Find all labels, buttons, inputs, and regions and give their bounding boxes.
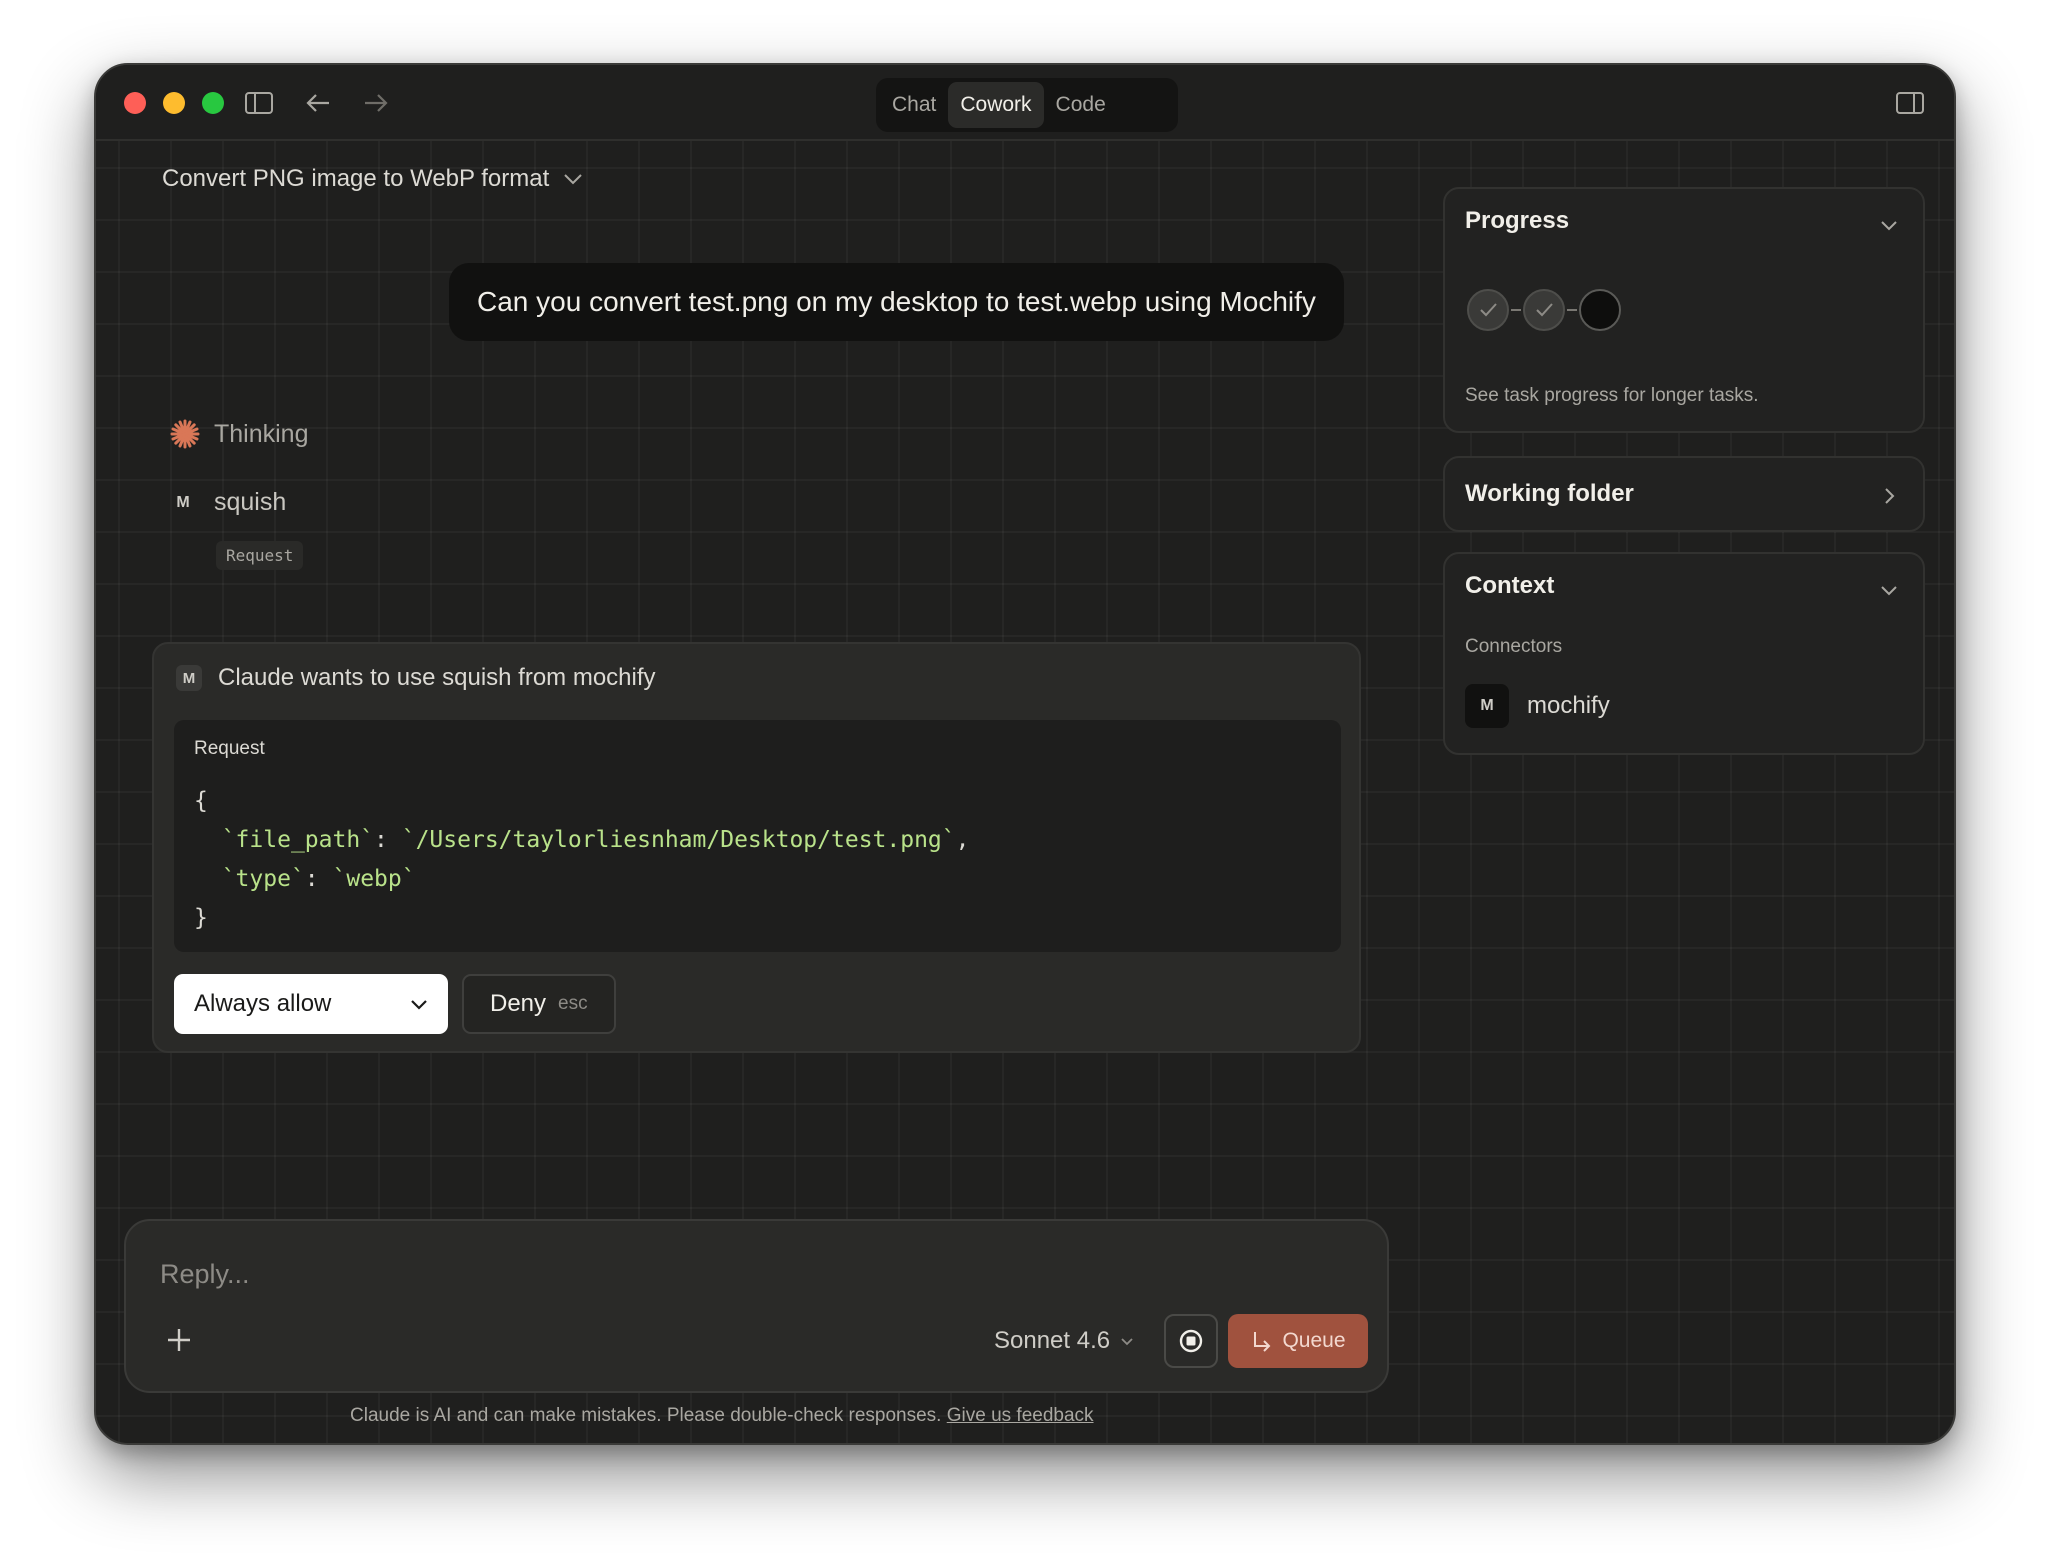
step-connector (1511, 309, 1521, 311)
reply-input[interactable]: Reply... (160, 1259, 250, 1290)
progress-step-done (1523, 289, 1565, 331)
disclaimer-text: Claude is AI and can make mistakes. Plea… (350, 1405, 942, 1426)
reply-composer: Reply... Sonnet 4.6 Queue (124, 1219, 1389, 1393)
connector-name: mochify (1527, 692, 1610, 719)
code-close-brace: } (194, 905, 208, 931)
check-icon (1536, 303, 1553, 317)
permission-heading: M Claude wants to use squish from mochif… (176, 664, 656, 692)
conversation-title-text: Convert PNG image to WebP format (162, 165, 550, 192)
claude-star-icon (170, 419, 200, 449)
always-allow-label: Always allow (194, 990, 332, 1017)
request-code: { `file_path`: `/Users/taylorliesnham/De… (194, 788, 970, 931)
app-window: Chat Cowork Code Convert PNG image to We… (94, 63, 1956, 1445)
sidebar-toggle-icon[interactable] (243, 87, 275, 119)
permission-heading-text: Claude wants to use squish from mochify (218, 664, 656, 691)
conversation-title[interactable]: Convert PNG image to WebP format (162, 165, 583, 193)
deny-label: Deny (490, 990, 547, 1017)
user-message-bubble: Can you convert test.png on my desktop t… (449, 263, 1344, 341)
context-panel: Context Connectors M mochify (1443, 552, 1925, 755)
back-arrow-icon[interactable] (302, 87, 334, 119)
queue-button[interactable]: Queue (1228, 1314, 1368, 1368)
stop-icon (1179, 1329, 1203, 1353)
mochify-badge-icon: M (1465, 684, 1509, 728)
mochify-badge-icon: M (176, 493, 190, 511)
mochify-badge-icon: M (176, 665, 202, 691)
return-arrow-icon (1254, 1332, 1271, 1352)
user-message-text: Can you convert test.png on my desktop t… (477, 286, 1316, 317)
progress-panel: Progress See task progress for longer ta… (1443, 187, 1925, 433)
always-allow-dropdown-button[interactable]: Always allow (174, 974, 448, 1034)
deny-button[interactable]: Deny esc (462, 974, 616, 1034)
chevron-down-icon[interactable] (1877, 213, 1901, 237)
progress-step-done (1467, 289, 1509, 331)
request-label: Request (194, 738, 265, 759)
chevron-right-icon (1885, 488, 1895, 504)
working-folder-panel[interactable]: Working folder (1443, 456, 1925, 532)
tool-use-row[interactable]: M squish (170, 488, 286, 517)
thinking-label: Thinking (214, 419, 309, 448)
close-window-button[interactable] (124, 92, 146, 114)
request-code-box: Request { `file_path`: `/Users/taylorlie… (174, 720, 1341, 952)
mode-switcher: Chat Cowork Code (876, 78, 1178, 132)
code-key-file-path: `file_path` (221, 827, 375, 853)
title-bar: Chat Cowork Code (96, 65, 1954, 141)
code-value-type: `webp` (332, 866, 416, 892)
tab-chat[interactable]: Chat (880, 82, 948, 128)
code-value-file-path: `/Users/taylorliesnham/Desktop/test.png` (401, 827, 956, 853)
forward-arrow-icon[interactable] (360, 87, 392, 119)
request-tag[interactable]: Request (216, 541, 304, 570)
queue-label: Queue (1282, 1329, 1346, 1352)
progress-title: Progress (1465, 207, 1570, 234)
tool-name: squish (214, 488, 287, 516)
chevron-down-icon[interactable] (1877, 578, 1901, 602)
chevron-down-icon (1121, 1337, 1133, 1345)
feedback-link[interactable]: Give us feedback (947, 1405, 1094, 1426)
tab-code[interactable]: Code (1044, 82, 1118, 128)
model-selector[interactable]: Sonnet 4.6 (994, 1327, 1134, 1355)
right-panel-toggle-icon[interactable] (1894, 87, 1926, 119)
thinking-indicator[interactable]: Thinking (170, 419, 309, 449)
model-name: Sonnet 4.6 (994, 1327, 1111, 1354)
working-folder-title: Working folder (1465, 480, 1634, 507)
progress-step-current (1579, 289, 1621, 331)
disclaimer: Claude is AI and can make mistakes. Plea… (350, 1405, 1094, 1427)
context-title: Context (1465, 572, 1555, 599)
check-icon (1480, 303, 1497, 317)
progress-description: See task progress for longer tasks. (1465, 385, 1759, 406)
code-open-brace: { (194, 788, 208, 814)
minimize-window-button[interactable] (163, 92, 185, 114)
deny-shortcut: esc (558, 993, 588, 1014)
chevron-down-icon (564, 174, 582, 185)
tab-cowork[interactable]: Cowork (948, 82, 1044, 128)
plus-icon[interactable] (164, 1325, 194, 1355)
code-key-type: `type` (221, 866, 305, 892)
permission-card: M Claude wants to use squish from mochif… (152, 642, 1361, 1053)
progress-steps (1467, 289, 1621, 331)
connectors-label: Connectors (1465, 636, 1563, 657)
step-connector (1567, 309, 1577, 311)
connector-mochify[interactable]: M mochify (1465, 684, 1610, 728)
maximize-window-button[interactable] (202, 92, 224, 114)
chevron-down-icon (411, 999, 427, 1010)
stop-button[interactable] (1164, 1314, 1218, 1368)
